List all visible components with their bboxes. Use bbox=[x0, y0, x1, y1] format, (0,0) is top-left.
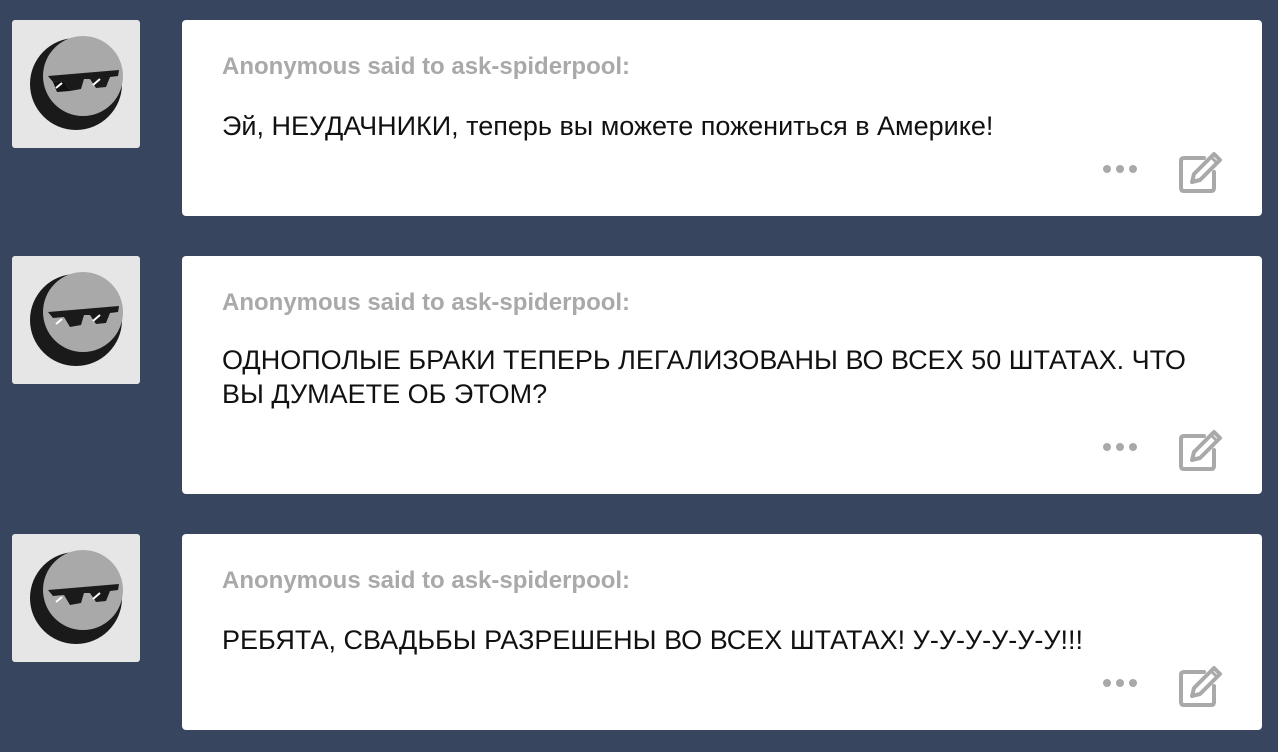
dot bbox=[1129, 679, 1137, 687]
more-options-button[interactable] bbox=[1100, 668, 1140, 698]
ask-card: Anonymous said to ask-spiderpool: РЕБЯТА… bbox=[182, 534, 1262, 730]
anonymous-sunglasses-avatar-icon bbox=[30, 36, 123, 130]
avatar[interactable] bbox=[12, 256, 140, 384]
ask-card: Anonymous said to ask-spiderpool: ОДНОПО… bbox=[182, 256, 1262, 494]
anonymous-sunglasses-avatar-icon bbox=[30, 550, 123, 644]
dot bbox=[1103, 165, 1111, 173]
dot bbox=[1116, 443, 1124, 451]
dot bbox=[1116, 679, 1124, 687]
edit-pencil-icon[interactable] bbox=[1178, 428, 1224, 472]
dot bbox=[1129, 443, 1137, 451]
dot bbox=[1103, 443, 1111, 451]
more-options-button[interactable] bbox=[1100, 432, 1140, 462]
asker-label[interactable]: Anonymous said to ask-spiderpool: bbox=[222, 53, 630, 81]
question-text: ОДНОПОЛЫЕ БРАКИ ТЕПЕРЬ ЛЕГАЛИЗОВАНЫ ВО В… bbox=[222, 345, 1186, 409]
dot bbox=[1116, 165, 1124, 173]
ask-card: Anonymous said to ask-spiderpool: Эй, НЕ… bbox=[182, 20, 1262, 216]
dot bbox=[1103, 679, 1111, 687]
more-options-button[interactable] bbox=[1100, 154, 1140, 184]
asker-label[interactable]: Anonymous said to ask-spiderpool: bbox=[222, 567, 630, 595]
dot bbox=[1129, 165, 1137, 173]
question-text: РЕБЯТА, СВАДЬБЫ РАЗРЕШЕНЫ ВО ВСЕХ ШТАТАХ… bbox=[222, 625, 1084, 655]
anonymous-sunglasses-avatar-icon bbox=[30, 272, 123, 366]
asker-label[interactable]: Anonymous said to ask-spiderpool: bbox=[222, 289, 630, 317]
avatar[interactable] bbox=[12, 534, 140, 662]
edit-pencil-icon[interactable] bbox=[1178, 664, 1224, 708]
avatar[interactable] bbox=[12, 20, 140, 148]
question-text: Эй, НЕУДАЧНИКИ, теперь вы можете поженит… bbox=[222, 111, 994, 141]
edit-pencil-icon[interactable] bbox=[1178, 150, 1224, 194]
